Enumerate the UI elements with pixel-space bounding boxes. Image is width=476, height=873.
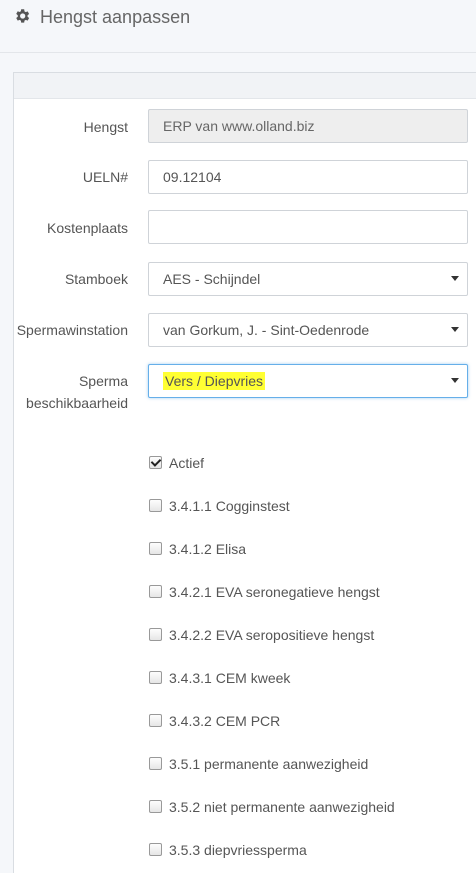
page-header: Hengst aanpassen	[0, 0, 476, 53]
caret-down-icon	[451, 276, 459, 281]
checkbox-label: 3.4.3.2 CEM PCR	[169, 713, 281, 729]
hengst-label: Hengst	[83, 119, 128, 135]
page-title: Hengst aanpassen	[40, 7, 191, 27]
caret-down-icon	[451, 378, 459, 383]
stamboek-selected-value: AES - Schijndel	[163, 271, 261, 287]
spermawinstation-label: Spermawinstation	[16, 322, 128, 338]
kostenplaats-label: Kostenplaats	[47, 220, 128, 236]
checkbox-label: 3.4.3.1 CEM kweek	[169, 670, 291, 686]
checkbox-label: 3.5.2 niet permanente aanwezigheid	[169, 799, 395, 815]
checkbox-label: 3.4.2.1 EVA seronegatieve hengst	[169, 584, 380, 600]
checkbox-label: 3.5.3 diepvriessperma	[169, 842, 307, 858]
checkbox-label: Actief	[169, 455, 205, 471]
hengst-field: ERP van www.olland.biz	[148, 109, 468, 143]
checkbox[interactable]	[149, 757, 162, 770]
spermawinstation-selected-value: van Gorkum, J. - Sint-Oedenrode	[163, 322, 370, 338]
ueln-input[interactable]: 09.12104	[148, 160, 468, 194]
checkbox[interactable]	[149, 628, 162, 641]
checkbox-label: 3.4.1.1 Cogginstest	[169, 498, 290, 514]
ueln-label: UELN#	[82, 169, 128, 185]
checkbox-label: 3.4.2.2 EVA seropositieve hengst	[169, 627, 375, 643]
caret-down-icon	[451, 327, 459, 332]
stamboek-select[interactable]: AES - Schijndel	[148, 262, 468, 296]
panel-heading	[14, 73, 476, 99]
checkbox[interactable]	[149, 585, 162, 598]
checkbox[interactable]	[149, 456, 162, 469]
sperma-beschikbaarheid-selected-value: Vers / Diepvries	[163, 372, 266, 390]
checkbox-label: 3.4.1.2 Elisa	[169, 541, 247, 557]
checkbox-label: 3.5.1 permanente aanwezigheid	[169, 756, 369, 772]
stamboek-label: Stamboek	[64, 271, 128, 287]
sperma-beschikbaarheid-select[interactable]: Vers / Diepvries	[148, 364, 468, 398]
checkbox[interactable]	[149, 800, 162, 813]
label-line-1: Sperma	[78, 373, 128, 389]
spermawinstation-select[interactable]: van Gorkum, J. - Sint-Oedenrode	[148, 313, 468, 347]
gear-icon	[16, 9, 30, 23]
sperma-beschikbaarheid-label: Sperma beschikbaarheid	[26, 370, 128, 414]
checkbox[interactable]	[149, 671, 162, 684]
checkbox[interactable]	[149, 843, 162, 856]
kostenplaats-input[interactable]	[148, 210, 468, 244]
checkbox[interactable]	[149, 499, 162, 512]
checkbox[interactable]	[149, 542, 162, 555]
checkbox[interactable]	[149, 714, 162, 727]
label-line-2: beschikbaarheid	[26, 395, 128, 411]
